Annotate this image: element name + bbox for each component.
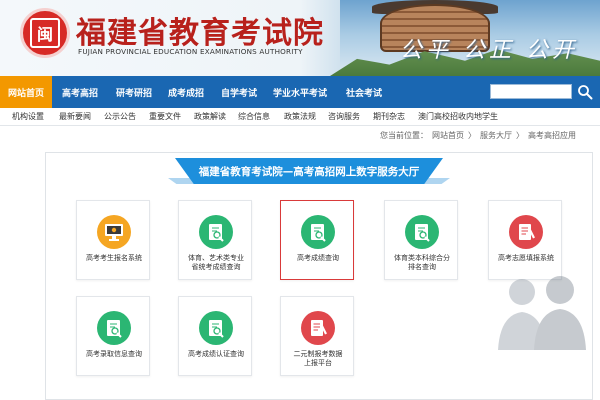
search-icon[interactable] bbox=[577, 84, 593, 100]
breadcrumb-separator: 〉 bbox=[468, 131, 476, 140]
card-gaokao-chengji[interactable]: 高考成绩查询 bbox=[280, 200, 354, 280]
search-input[interactable] bbox=[490, 84, 572, 99]
card-label: 高考考生报名系统 bbox=[86, 254, 142, 262]
site-title: 福建省教育考试院 bbox=[76, 16, 324, 51]
breadcrumb-home[interactable]: 网站首页 bbox=[432, 131, 464, 140]
document-pen-icon bbox=[301, 311, 335, 345]
card-tiyi-chengji[interactable]: 体育、艺术类专业 省统考成绩查询 bbox=[178, 200, 252, 280]
nav-item-zikao[interactable]: 自学考试 bbox=[221, 76, 257, 108]
card-label: 二元制报考数据 上报平台 bbox=[293, 350, 343, 367]
breadcrumb-label: 您当前位置： bbox=[380, 131, 428, 140]
site-motto: 公平 公正 公开 bbox=[400, 38, 578, 63]
breadcrumb: 您当前位置： 网站首页〉服务大厅〉高考高招应用 bbox=[380, 130, 600, 144]
customer-service-illustration bbox=[498, 276, 586, 350]
card-label: 高考录取信息查询 bbox=[86, 350, 142, 358]
subnav-item-zixun[interactable]: 咨询服务 bbox=[328, 111, 360, 122]
nav-item-chengkao[interactable]: 成考成招 bbox=[168, 76, 204, 108]
clipboard-search-icon bbox=[97, 311, 131, 345]
subnav-item-yaowen[interactable]: 最新要闻 bbox=[59, 111, 91, 122]
nav-item-yankao[interactable]: 研考研招 bbox=[116, 76, 152, 108]
clipboard-search-icon bbox=[301, 215, 335, 249]
card-label: 高考志愿填报系统 bbox=[498, 254, 554, 262]
card-label: 高考成绩认证查询 bbox=[188, 350, 244, 358]
clipboard-search-icon bbox=[199, 215, 233, 249]
breadcrumb-current: 高考高招应用 bbox=[528, 131, 576, 140]
panel-title: 福建省教育考试院—高考高招网上数字服务大厅 bbox=[175, 158, 443, 184]
breadcrumb-separator: 〉 bbox=[516, 131, 524, 140]
site-logo[interactable]: 闽 bbox=[20, 8, 70, 58]
card-eryuanzhi[interactable]: 二元制报考数据 上报平台 bbox=[280, 296, 354, 376]
subnav-item-zonghe[interactable]: 综合信息 bbox=[238, 111, 270, 122]
card-label: 体育、艺术类专业 省统考成绩查询 bbox=[188, 254, 244, 271]
header-banner: 闽 福建省教育考试院 FUJIAN PROVINCIAL EDUCATION E… bbox=[0, 0, 600, 76]
card-luqu-xinxi[interactable]: 高考录取信息查询 bbox=[76, 296, 150, 376]
card-label: 体育类本科综合分 排名查询 bbox=[394, 254, 450, 271]
nav-item-xueye[interactable]: 学业水平考试 bbox=[273, 76, 327, 108]
breadcrumb-hall[interactable]: 服务大厅 bbox=[480, 131, 512, 140]
subnav-item-aomen[interactable]: 澳门高校招收内地学生 bbox=[418, 111, 498, 122]
site-subtitle: FUJIAN PROVINCIAL EDUCATION EXAMINATIONS… bbox=[78, 47, 303, 56]
subnav-item-fagui[interactable]: 政策法规 bbox=[284, 111, 316, 122]
clipboard-search-icon bbox=[199, 311, 233, 345]
subnav-item-qikan[interactable]: 期刊杂志 bbox=[373, 111, 405, 122]
nav-item-gaokao[interactable]: 高考高招 bbox=[62, 76, 98, 108]
subnav-item-jigou[interactable]: 机构设置 bbox=[12, 111, 44, 122]
card-gaokao-baoming[interactable]: 高考考生报名系统 bbox=[76, 200, 150, 280]
card-chengji-renzheng[interactable]: 高考成绩认证查询 bbox=[178, 296, 252, 376]
sub-nav: 机构设置 最新要闻 公示公告 重要文件 政策解读 综合信息 政策法规 咨询服务 … bbox=[0, 108, 600, 126]
clipboard-search-icon bbox=[405, 215, 439, 249]
subnav-item-gonggao[interactable]: 公示公告 bbox=[104, 111, 136, 122]
nav-item-shehui[interactable]: 社会考试 bbox=[346, 76, 382, 108]
nav-home[interactable]: 网站首页 bbox=[0, 76, 52, 108]
computer-icon bbox=[97, 215, 131, 249]
card-label: 高考成绩查询 bbox=[297, 254, 339, 262]
main-nav: 网站首页 高考高招 研考研招 成考成招 自学考试 学业水平考试 社会考试 bbox=[0, 76, 600, 108]
document-pen-icon bbox=[509, 215, 543, 249]
subnav-item-jiedu[interactable]: 政策解读 bbox=[194, 111, 226, 122]
card-tiyu-paiming[interactable]: 体育类本科综合分 排名查询 bbox=[384, 200, 458, 280]
card-zhiyuan-tianbao[interactable]: 高考志愿填报系统 bbox=[488, 200, 562, 280]
logo-char: 闽 bbox=[30, 18, 60, 48]
subnav-item-wenjian[interactable]: 重要文件 bbox=[149, 111, 181, 122]
